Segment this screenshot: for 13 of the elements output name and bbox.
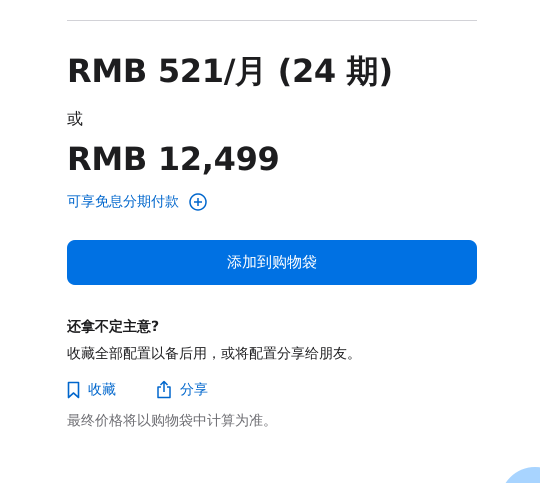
add-icon[interactable] — [189, 193, 207, 211]
or-label: 或 — [67, 109, 84, 130]
undecided-description: 收藏全部配置以备后用，或将配置分享给朋友。 — [67, 345, 362, 363]
add-to-bag-button[interactable]: 添加到购物袋 — [67, 240, 477, 285]
total-price: RMB 12,499 — [67, 139, 281, 179]
price-note: 最终价格将以购物袋中计算为准。 — [67, 412, 278, 430]
share-icon — [156, 380, 172, 399]
installment-link[interactable]: 可享免息分期付款 — [67, 193, 179, 211]
monthly-price: RMB 521/月 (24 期) — [67, 51, 394, 91]
bookmark-icon — [67, 380, 80, 398]
undecided-title: 还拿不定主意? — [67, 318, 160, 336]
share-link[interactable]: 分享 — [156, 380, 208, 399]
save-link[interactable]: 收藏 — [67, 380, 116, 399]
